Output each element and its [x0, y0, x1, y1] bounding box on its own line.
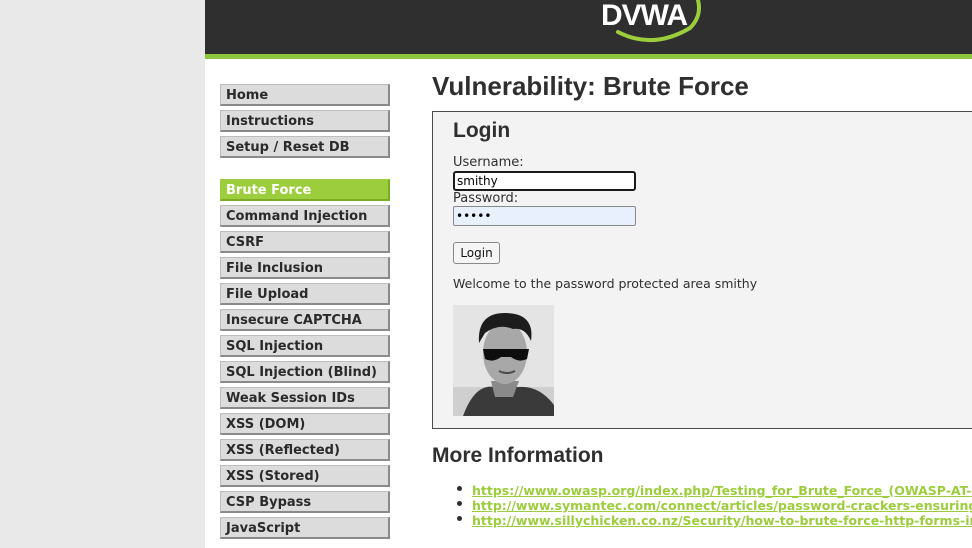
login-button[interactable]: Login [453, 242, 500, 264]
info-link-sillychicken[interactable]: http://www.sillychicken.co.nz/Security/h… [472, 513, 972, 528]
page-title: Vulnerability: Brute Force [432, 71, 749, 101]
bullet-icon [457, 516, 462, 521]
more-information-list: https://www.owasp.org/index.php/Testing_… [432, 480, 972, 528]
menu-item-sql-injection[interactable]: SQL Injection [220, 335, 390, 357]
bullet-icon [457, 486, 462, 491]
menu-item-insecure-captcha[interactable]: Insecure CAPTCHA [220, 309, 390, 331]
menu-item-weak-session-ids[interactable]: Weak Session IDs [220, 387, 390, 409]
page-container: DVWA Home Instructions Setup / Reset DB … [205, 0, 972, 548]
menu-item-csrf[interactable]: CSRF [220, 231, 390, 253]
list-item: http://www.sillychicken.co.nz/Security/h… [432, 510, 972, 528]
username-input[interactable] [453, 171, 636, 191]
menu-item-csp-bypass[interactable]: CSP Bypass [220, 491, 390, 513]
menu-item-brute-force[interactable]: Brute Force [220, 179, 390, 201]
menu-item-file-upload[interactable]: File Upload [220, 283, 390, 305]
password-input[interactable] [453, 206, 636, 226]
vulnerability-menu-group: Brute Force Command Injection CSRF File … [220, 179, 390, 543]
password-label: Password: [453, 191, 519, 206]
header-accent-bar [205, 54, 972, 59]
user-avatar [453, 305, 554, 416]
menu-item-home[interactable]: Home [220, 84, 390, 106]
more-information-heading: More Information [432, 444, 604, 467]
username-label: Username: [453, 155, 524, 170]
main-menu-group: Home Instructions Setup / Reset DB [220, 84, 390, 162]
dvwa-logo: DVWA [601, 0, 701, 43]
login-heading: Login [453, 119, 511, 142]
list-item: http://www.symantec.com/connect/articles… [432, 495, 972, 513]
menu-item-file-inclusion[interactable]: File Inclusion [220, 257, 390, 279]
menu-item-javascript[interactable]: JavaScript [220, 517, 390, 539]
menu-item-sql-injection-blind[interactable]: SQL Injection (Blind) [220, 361, 390, 383]
menu-item-xss-reflected[interactable]: XSS (Reflected) [220, 439, 390, 461]
bullet-icon [457, 501, 462, 506]
welcome-message: Welcome to the password protected area s… [453, 276, 758, 291]
menu-item-xss-dom[interactable]: XSS (DOM) [220, 413, 390, 435]
menu-item-xss-stored[interactable]: XSS (Stored) [220, 465, 390, 487]
menu-item-instructions[interactable]: Instructions [220, 110, 390, 132]
list-item: https://www.owasp.org/index.php/Testing_… [432, 480, 972, 498]
menu-item-setup-reset-db[interactable]: Setup / Reset DB [220, 136, 390, 158]
logo-text: DVWA [601, 0, 687, 32]
menu-item-command-injection[interactable]: Command Injection [220, 205, 390, 227]
login-panel: Login Username: Password: Login Welcome … [432, 111, 972, 429]
header: DVWA [205, 0, 972, 54]
